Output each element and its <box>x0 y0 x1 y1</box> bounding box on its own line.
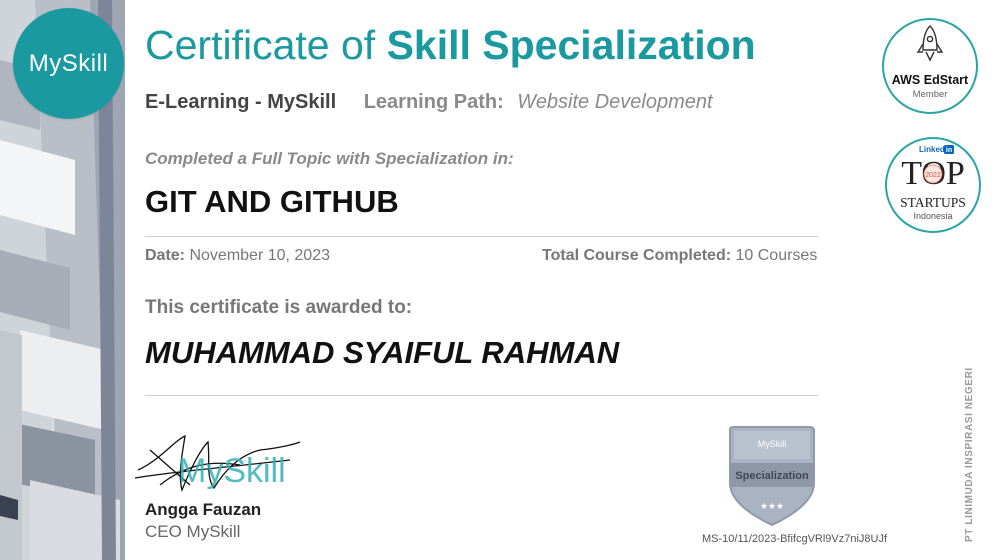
recipient-name: MUHAMMAD SYAIFUL RAHMAN <box>145 335 620 370</box>
linkedin-top-startups-badge: Linked in TOP 2022 STARTUPS Indonesia <box>885 137 981 233</box>
linkedin-brand-in: in <box>946 147 952 154</box>
title-bold: Skill Specialization <box>386 22 756 68</box>
ceo-signature: MySkill <box>130 430 305 498</box>
total-courses-label: Total Course Completed: <box>542 247 732 264</box>
certificate-id: MS-10/11/2023-BfifcgVRl9Vz7niJ8UJf <box>702 533 888 545</box>
specialization-seal: MySkill Specialization ★★★ <box>724 425 820 529</box>
startups-text: STARTUPS <box>900 195 966 210</box>
certificate-title: Certificate of Skill Specialization <box>145 22 756 69</box>
organization-name: E-Learning - MySkill <box>145 91 337 113</box>
publisher-name: PT LINIMUDA INSPIRASI NEGERI <box>964 367 975 542</box>
topic-name: GIT AND GITHUB <box>145 184 399 219</box>
divider-top <box>145 236 818 237</box>
aws-badge-subtitle: Member <box>913 89 948 100</box>
myskill-logo: MySkill <box>13 8 124 119</box>
aws-edstart-badge: AWS EdStart Member <box>882 18 978 114</box>
signature-brand-text: MySkill <box>178 452 286 490</box>
organization-line: E-Learning - MySkill Learning Path: Webs… <box>145 91 713 114</box>
logo-text: MySkill <box>28 49 109 77</box>
year-text: 2022 <box>925 172 941 179</box>
award-label: This certificate is awarded to: <box>145 297 413 318</box>
linkedin-brand: Linked <box>919 145 945 154</box>
country-text: Indonesia <box>913 211 952 221</box>
date-field: Date: November 10, 2023 <box>145 247 330 265</box>
signatory-name: Angga Fauzan <box>145 500 262 519</box>
total-courses-field: Total Course Completed: 10 Courses <box>542 247 817 265</box>
signatory-title: CEO MySkill <box>145 522 241 541</box>
total-courses-value: 10 Courses <box>735 247 818 264</box>
seal-brand: MySkill <box>758 439 787 449</box>
topic-label: Completed a Full Topic with Specializati… <box>145 149 514 168</box>
rocket-icon <box>916 25 944 62</box>
title-regular: Certificate of <box>145 22 376 68</box>
seal-stars: ★★★ <box>760 502 784 512</box>
learning-path-label: Learning Path: <box>363 91 504 113</box>
learning-path-value: Website Development <box>517 91 713 113</box>
divider-bottom <box>145 395 818 396</box>
date-label: Date: <box>145 247 186 264</box>
aws-badge-title: AWS EdStart <box>892 73 969 87</box>
seal-label: Specialization <box>735 470 809 482</box>
date-value: November 10, 2023 <box>189 247 330 264</box>
